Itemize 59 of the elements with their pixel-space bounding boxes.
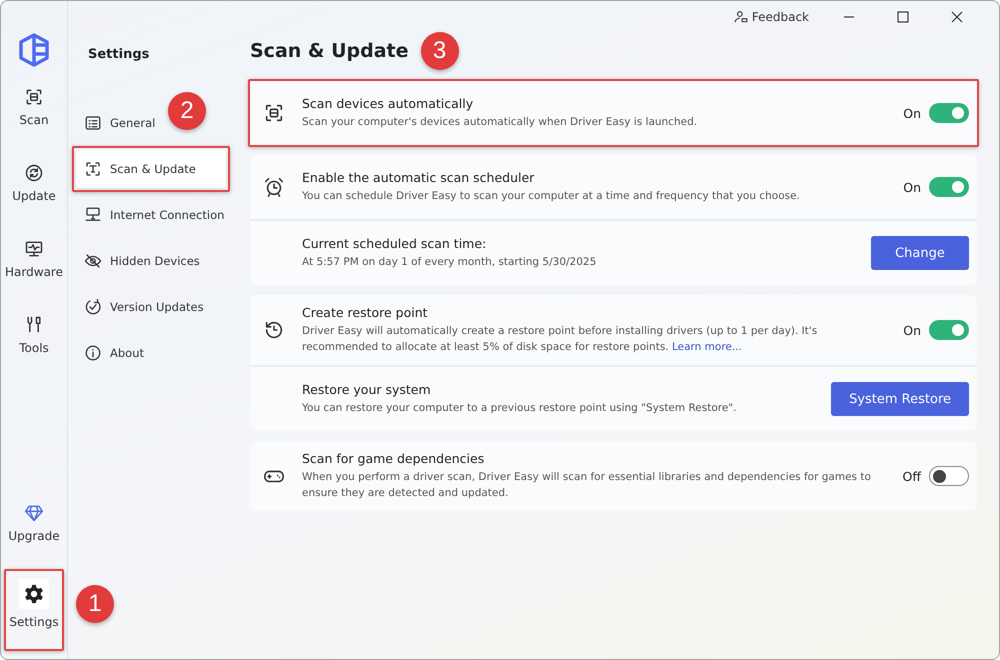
step-number-badge: 2	[168, 92, 206, 130]
setting-title: Current scheduled scan time:	[302, 236, 488, 251]
setting-description: Scan your computer's devices automatically when Driver Easy is launched.	[302, 115, 698, 130]
settings-icon	[19, 579, 49, 609]
app-logo-icon	[18, 33, 50, 67]
nav-item[interactable]: Settings	[8, 573, 60, 635]
setting-description: You can restore your computer to a previous restore point using "System Restore".	[302, 401, 738, 416]
scan-text-icon	[84, 160, 102, 178]
info-icon	[84, 344, 102, 362]
step-number-badge: 1	[76, 585, 114, 623]
network-icon	[84, 206, 102, 224]
toggle-switch[interactable]	[929, 320, 969, 340]
list-icon	[84, 114, 102, 132]
setting-title: Create restore point	[302, 305, 429, 320]
toggle-switch[interactable]	[929, 103, 969, 123]
settings-menu-item[interactable]: Version Updates	[76, 288, 226, 326]
setting-title: Scan devices automatically	[302, 96, 474, 111]
history-icon	[263, 319, 285, 341]
setting-description: When you perform a driver scan, Driver Easy will scan for essential libraries and dependencies for games to ensure they are detected and updated.	[302, 470, 872, 501]
maximize-icon	[897, 11, 909, 23]
scan-frame-icon	[263, 102, 285, 124]
nav-item[interactable]: Tools	[8, 309, 60, 361]
settings-menu-item[interactable]: Internet Connection	[76, 196, 226, 234]
nav-item[interactable]: Scan	[8, 81, 60, 133]
toggle-state-label: On	[903, 106, 921, 120]
action-button[interactable]: Change	[871, 236, 969, 270]
person-chat-icon	[734, 10, 748, 24]
toggle-state-label: On	[903, 322, 921, 338]
toggle-switch[interactable]	[929, 466, 969, 486]
settings-menu-item[interactable]: About	[76, 334, 226, 372]
nav-item[interactable]: Update	[8, 157, 60, 209]
action-button[interactable]: System Restore	[831, 382, 969, 416]
setting-description: At 5:57 PM on day 1 of every month, starting 5/30/2025	[302, 255, 598, 270]
settings-menu-item[interactable]: Hidden Devices	[76, 242, 226, 280]
setting-title: Restore your system	[302, 382, 432, 397]
learn-more-link[interactable]: Learn more...	[672, 341, 742, 353]
setting-description: You can schedule Driver Easy to scan your computer at a time and frequency that you choose.	[302, 189, 801, 204]
refresh-icon	[24, 163, 44, 183]
diamond-icon	[24, 503, 44, 523]
eye-slash-icon	[84, 252, 102, 270]
minimize-icon	[843, 16, 855, 18]
toggle-state-label: Off	[902, 468, 921, 484]
setting-description: Driver Easy will automatically create a restore point before installing drivers (up to 1 per day). It's recommended to allocate at least 5% of disk space for restore points. Learn more...	[302, 324, 818, 355]
nav-item[interactable]: Hardware	[8, 233, 60, 285]
scan-frame-icon	[24, 87, 44, 107]
nav-item[interactable]: Upgrade	[8, 497, 60, 549]
setting-title: Scan for game dependencies	[302, 451, 486, 466]
check-refresh-icon	[84, 298, 102, 316]
setting-title: Enable the automatic scan scheduler	[302, 170, 536, 185]
toggle-switch[interactable]	[929, 177, 969, 197]
toggle-state-label: On	[903, 180, 921, 194]
monitor-pulse-icon	[24, 239, 44, 259]
step-number-badge: 3	[420, 32, 459, 70]
alarm-clock-icon	[263, 176, 285, 198]
close-icon	[951, 11, 963, 23]
page-title: Scan & Update	[250, 40, 409, 62]
menu-title: Settings	[88, 47, 150, 62]
feedback-button[interactable]: Feedback	[728, 9, 815, 25]
settings-menu-item[interactable]: Scan & Update	[76, 150, 226, 188]
